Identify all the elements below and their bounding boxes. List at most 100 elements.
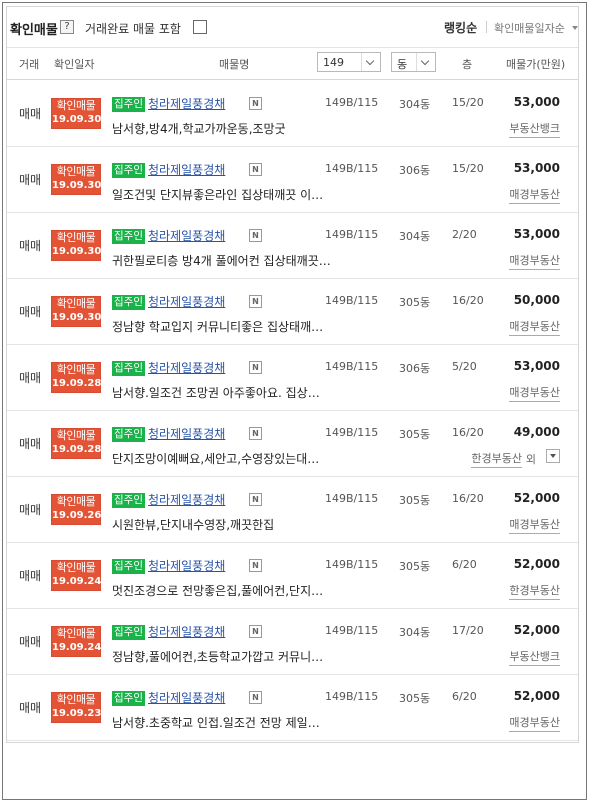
listing-floor: 6/20 xyxy=(452,558,477,571)
agent-link[interactable]: 부동산뱅크 xyxy=(509,648,560,666)
agent-link[interactable]: 한경부동산 xyxy=(471,450,522,468)
listing-area: 149B/115 xyxy=(325,558,379,571)
naver-icon[interactable]: N xyxy=(249,427,262,440)
table-row[interactable]: 매매 확인매물 19.09.23. 집주인 청라제일풍경채 N 남서향.초중학교 인접.일조… xyxy=(7,674,578,741)
table-row[interactable]: 매매 확인매물 19.09.30. 집주인 청라제일풍경채 N 일조건및 단지뷰좋은라인 집… xyxy=(7,146,578,213)
confirmed-stamp: 확인매물 19.09.30. xyxy=(51,98,106,129)
owner-badge: 집주인 xyxy=(112,97,145,112)
owner-badge: 집주인 xyxy=(112,361,145,376)
chevron-down-icon xyxy=(361,53,380,71)
owner-badge: 집주인 xyxy=(112,625,145,640)
agent-link[interactable]: 매경부동산 xyxy=(509,318,560,336)
agent-dropdown-button[interactable] xyxy=(546,449,560,463)
naver-icon[interactable]: N xyxy=(249,361,262,374)
sort-by-date[interactable]: 확인매물일자순 xyxy=(494,20,565,36)
stamp-label: 확인매물 xyxy=(56,627,96,640)
deal-type: 매매 xyxy=(19,371,42,385)
listing-name-link[interactable]: 청라제일풍경채 xyxy=(148,293,225,310)
deal-type: 매매 xyxy=(19,107,42,121)
agent-link[interactable]: 부동산뱅크 xyxy=(509,120,560,138)
chevron-down-icon[interactable] xyxy=(572,26,578,30)
naver-icon[interactable]: N xyxy=(249,229,262,242)
listing-description[interactable]: 남서향.일조건 조망권 아주좋아요. 집상… xyxy=(112,384,320,401)
include-completed-checkbox[interactable] xyxy=(193,20,207,34)
owner-badge: 집주인 xyxy=(112,691,145,706)
confirmed-date: 19.09.30. xyxy=(52,180,106,191)
listing-price: 53,000 xyxy=(513,95,560,109)
listing-price: 50,000 xyxy=(513,293,560,307)
listing-name-link[interactable]: 청라제일풍경채 xyxy=(148,425,225,442)
agent-link[interactable]: 매경부동산 xyxy=(509,714,560,732)
listing-dong: 305동 xyxy=(399,428,431,441)
listing-name-link[interactable]: 청라제일풍경채 xyxy=(148,491,225,508)
listing-area: 149B/115 xyxy=(325,492,379,505)
area-filter-select[interactable]: 149 xyxy=(317,52,381,72)
stamp-label: 확인매물 xyxy=(56,297,96,310)
listing-description[interactable]: 일조건및 단지뷰좋은라인 집상태깨끗 이… xyxy=(112,186,323,203)
listing-dong: 304동 xyxy=(399,626,431,639)
confirmed-date: 19.09.30. xyxy=(52,114,106,125)
agent-link[interactable]: 매경부동산 xyxy=(509,516,560,534)
owner-badge: 집주인 xyxy=(112,295,145,310)
naver-icon[interactable]: N xyxy=(249,97,262,110)
listing-dong: 304동 xyxy=(399,98,431,111)
table-row[interactable]: 매매 확인매물 19.09.26. 집주인 청라제일풍경채 N 시원한뷰,단지내수영장,깨끗… xyxy=(7,476,578,543)
listing-description[interactable]: 남서향.초중학교 인접.일조건 전망 제일… xyxy=(112,714,320,731)
include-completed-label[interactable]: 거래완료 매물 포함 xyxy=(85,20,181,37)
listing-description[interactable]: 시원한뷰,단지내수영장,깨끗한집 xyxy=(112,516,274,533)
listing-area: 149B/115 xyxy=(325,360,379,373)
table-row[interactable]: 매매 확인매물 19.09.30. 집주인 청라제일풍경채 N 남서향,방4개,학교가까운동… xyxy=(7,80,578,147)
naver-icon[interactable]: N xyxy=(249,559,262,572)
table-row[interactable]: 매매 확인매물 19.09.28. 집주인 청라제일풍경채 N 남서향.일조건 조망권 아주… xyxy=(7,344,578,411)
listing-name-link[interactable]: 청라제일풍경채 xyxy=(148,689,225,706)
table-row[interactable]: 매매 확인매물 19.09.24. 집주인 청라제일풍경채 N 정남향,풀에어컨,초등학교가… xyxy=(7,608,578,675)
naver-icon[interactable]: N xyxy=(249,295,262,308)
listing-description[interactable]: 정남향,풀에어컨,초등학교가깝고 커뮤니… xyxy=(112,648,323,665)
naver-icon[interactable]: N xyxy=(249,691,262,704)
table-row[interactable]: 매매 확인매물 19.09.30. 집주인 청라제일풍경채 N 정남향 학교입지 커뮤니티좋… xyxy=(7,278,578,345)
deal-type: 매매 xyxy=(19,173,42,187)
listing-price: 52,000 xyxy=(513,689,560,703)
listing-name-link[interactable]: 청라제일풍경채 xyxy=(148,359,225,376)
confirmed-date: 19.09.28. xyxy=(52,444,106,455)
table-row[interactable]: 매매 확인매물 19.09.30. 집주인 청라제일풍경채 N 귀한필로티층 방4개 풀에어… xyxy=(7,212,578,279)
listing-description[interactable]: 남서향,방4개,학교가까운동,조망굿 xyxy=(112,120,286,137)
listing-name-link[interactable]: 청라제일풍경채 xyxy=(148,623,225,640)
agent-link[interactable]: 매경부동산 xyxy=(509,384,560,402)
deal-type: 매매 xyxy=(19,239,42,253)
listing-floor: 15/20 xyxy=(452,96,484,109)
naver-icon[interactable]: N xyxy=(249,493,262,506)
confirmed-stamp: 확인매물 19.09.30. xyxy=(51,296,105,327)
sort-ranking[interactable]: 랭킹순 xyxy=(444,19,477,36)
listing-description[interactable]: 멋진조경으로 전망좋은집,풀에어컨,단지… xyxy=(112,582,323,599)
listing-dong: 305동 xyxy=(399,296,431,309)
help-icon[interactable]: ? xyxy=(60,20,74,34)
deal-type: 매매 xyxy=(19,569,42,583)
agent-link[interactable]: 한경부동산 xyxy=(509,582,560,600)
naver-icon[interactable]: N xyxy=(249,163,262,176)
listing-name-link[interactable]: 청라제일풍경채 xyxy=(148,227,225,244)
column-price: 매물가(만원) xyxy=(506,58,566,71)
naver-icon[interactable]: N xyxy=(249,625,262,638)
deal-type: 매매 xyxy=(19,305,42,319)
divider xyxy=(486,21,487,33)
listing-description[interactable]: 정남향 학교입지 커뮤니티좋은 집상태깨… xyxy=(112,318,323,335)
column-name: 매물명 xyxy=(219,58,250,71)
confirmed-date: 19.09.24. xyxy=(52,576,106,587)
table-row[interactable]: 매매 확인매물 19.09.24. 집주인 청라제일풍경채 N 멋진조경으로 전망좋은집,풀… xyxy=(7,542,578,609)
agent-link[interactable]: 매경부동산 xyxy=(509,186,560,204)
listing-name-link[interactable]: 청라제일풍경채 xyxy=(148,161,225,178)
listing-panel: 확인매물 ? 거래완료 매물 포함 랭킹순 확인매물일자순 거래 확인일자 매물… xyxy=(6,6,579,743)
listing-description[interactable]: 단지조망이예뻐요,세안고,수영장있는대… xyxy=(112,450,319,467)
agent-link[interactable]: 매경부동산 xyxy=(509,252,560,270)
deal-type: 매매 xyxy=(19,701,42,715)
listing-description[interactable]: 귀한필로티층 방4개 풀에어컨 집상태깨끗… xyxy=(112,252,331,269)
listing-name-link[interactable]: 청라제일풍경채 xyxy=(148,95,225,112)
stamp-label: 확인매물 xyxy=(56,231,96,244)
listing-name-link[interactable]: 청라제일풍경채 xyxy=(148,557,225,574)
listing-floor: 5/20 xyxy=(452,360,477,373)
dong-filter-select[interactable]: 동 xyxy=(391,52,436,72)
table-row[interactable]: 매매 확인매물 19.09.28. 집주인 청라제일풍경채 N 단지조망이예뻐요,세안고,수… xyxy=(7,410,578,477)
listing-dong: 305동 xyxy=(399,494,431,507)
stamp-label: 확인매물 xyxy=(56,561,96,574)
